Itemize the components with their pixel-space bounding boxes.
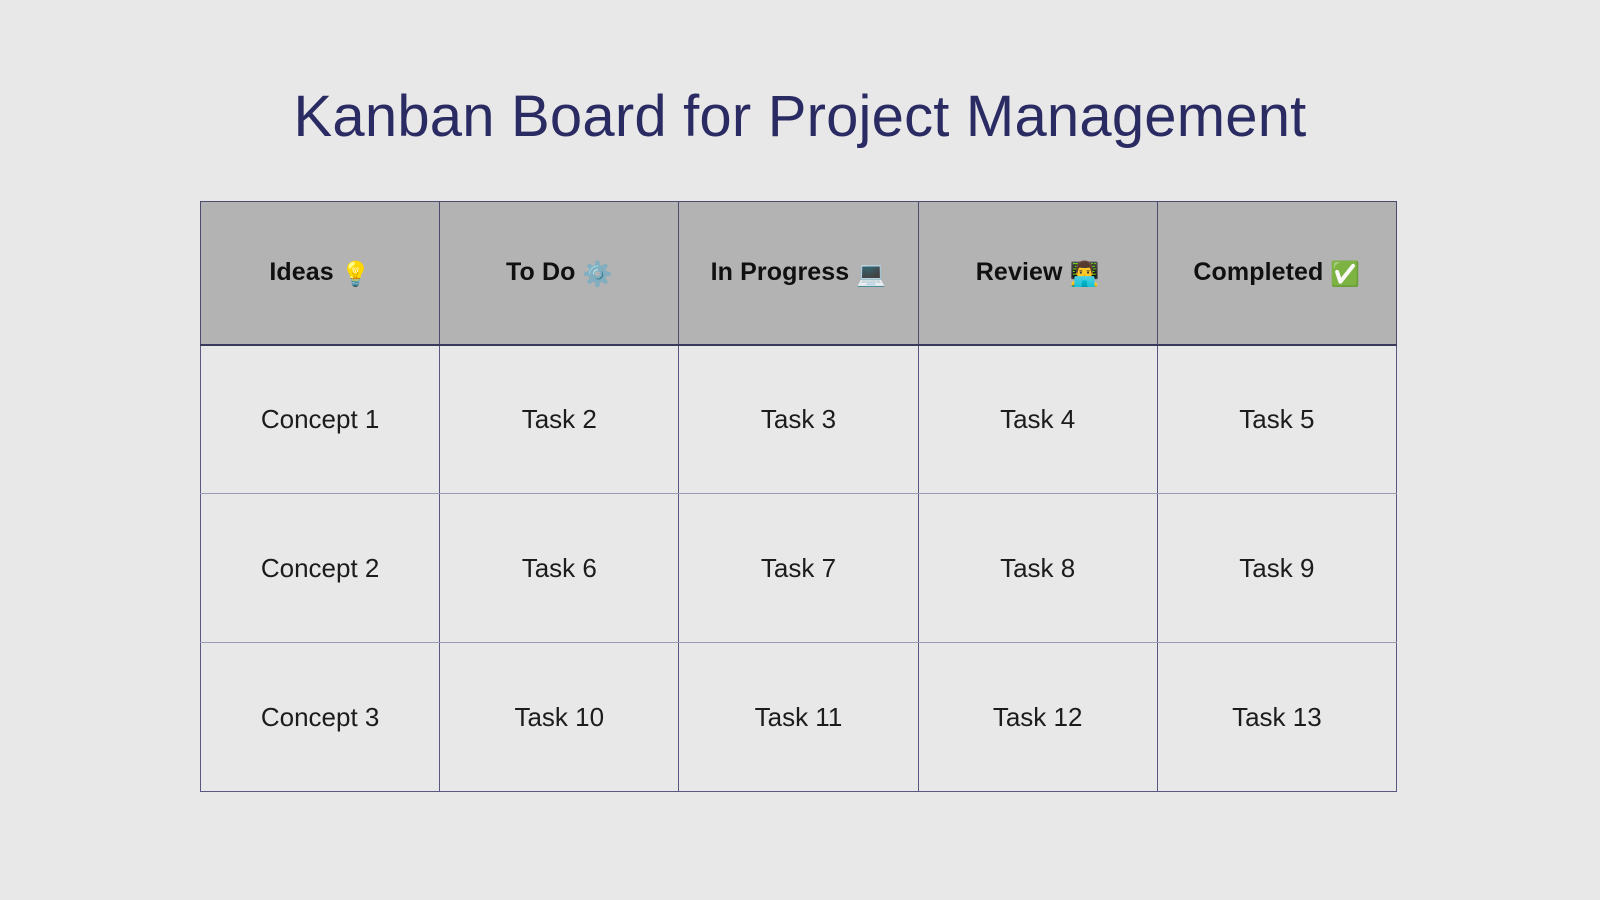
card-cell[interactable]: Task 10 — [439, 642, 680, 792]
gear-icon: ⚙️ — [582, 259, 613, 288]
card-cell[interactable]: Task 13 — [1156, 642, 1398, 792]
kanban-table-container: Ideas 💡 To Do ⚙️ In Progress 💻 Review 👨‍💻 Co… — [199, 201, 1398, 792]
kanban-table: Ideas 💡 To Do ⚙️ In Progress 💻 Review 👨‍💻 Co… — [199, 201, 1398, 792]
card-cell[interactable]: Task 2 — [439, 344, 680, 494]
column-header-label: Ideas — [269, 257, 334, 286]
column-header-label: In Progress — [710, 257, 850, 286]
laptop-icon: 💻 — [856, 259, 887, 288]
card-cell[interactable]: Task 4 — [917, 344, 1158, 494]
check-mark-button-icon: ✅ — [1330, 259, 1361, 288]
person-at-computer-icon: 👨‍💻 — [1069, 259, 1100, 288]
card-cell[interactable]: Concept 1 — [199, 344, 441, 494]
card-cell[interactable]: Task 8 — [917, 493, 1158, 643]
card-cell[interactable]: Task 7 — [678, 493, 919, 643]
column-header-completed[interactable]: Completed ✅ — [1156, 201, 1398, 346]
page-title: Kanban Board for Project Management — [293, 83, 1307, 149]
column-header-label: Review — [975, 257, 1063, 286]
column-header-review[interactable]: Review 👨‍💻 — [917, 201, 1158, 346]
table-row: Concept 2 Task 6 Task 7 Task 8 Task 9 — [199, 493, 1398, 643]
table-row: Concept 1 Task 2 Task 3 Task 4 Task 5 — [199, 344, 1398, 494]
column-header-to-do[interactable]: To Do ⚙️ — [439, 201, 680, 346]
card-cell[interactable]: Concept 3 — [199, 642, 441, 792]
card-cell[interactable]: Task 6 — [439, 493, 680, 643]
card-cell[interactable]: Task 5 — [1156, 344, 1398, 494]
column-header-label: To Do — [506, 257, 576, 286]
kanban-header-row: Ideas 💡 To Do ⚙️ In Progress 💻 Review 👨‍💻 Co… — [199, 201, 1398, 346]
card-cell[interactable]: Task 9 — [1156, 493, 1398, 643]
table-row: Concept 3 Task 10 Task 11 Task 12 Task 1… — [199, 642, 1398, 792]
kanban-table-body: Concept 1 Task 2 Task 3 Task 4 Task 5 Co… — [199, 344, 1398, 792]
card-cell[interactable]: Concept 2 — [199, 493, 441, 643]
lightbulb-icon: 💡 — [340, 259, 371, 288]
card-cell[interactable]: Task 3 — [678, 344, 919, 494]
card-cell[interactable]: Task 12 — [917, 642, 1158, 792]
column-header-in-progress[interactable]: In Progress 💻 — [678, 201, 919, 346]
kanban-table-head: Ideas 💡 To Do ⚙️ In Progress 💻 Review 👨‍💻 Co… — [199, 201, 1398, 346]
column-header-label: Completed — [1193, 257, 1324, 286]
column-header-ideas[interactable]: Ideas 💡 — [199, 201, 441, 346]
kanban-board-page: Kanban Board for Project Management Idea… — [0, 0, 1600, 900]
card-cell[interactable]: Task 11 — [678, 642, 919, 792]
